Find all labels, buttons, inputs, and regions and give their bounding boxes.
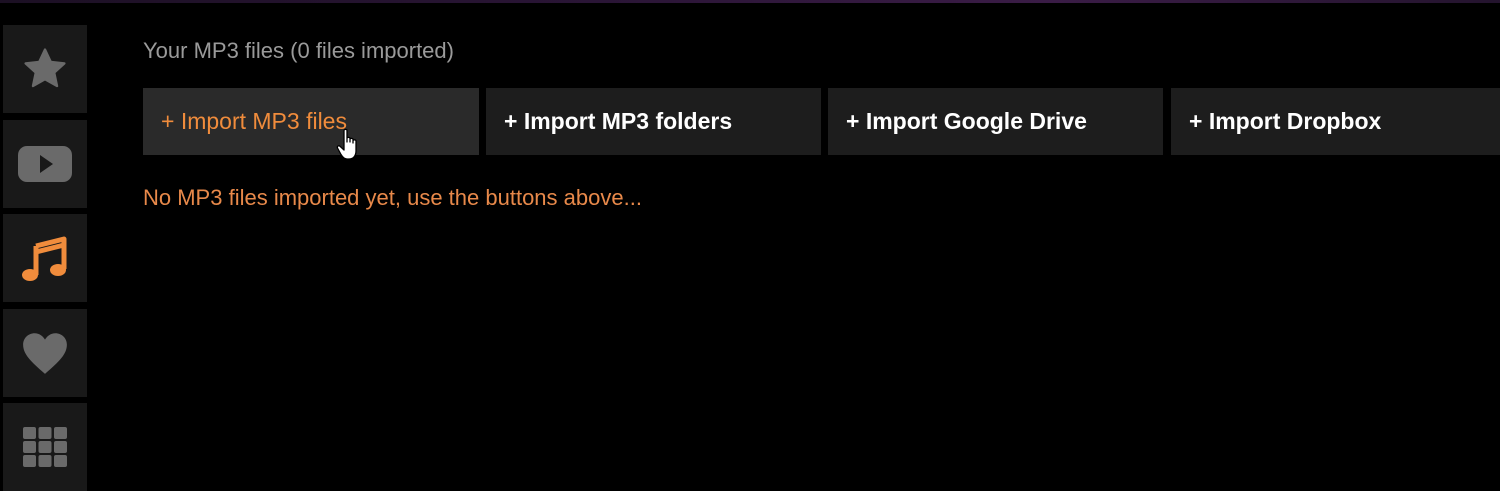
star-icon <box>21 45 69 93</box>
import-mp3-folders-button[interactable]: + Import MP3 folders <box>486 88 821 155</box>
youtube-icon <box>17 142 73 186</box>
sidebar-item-apps[interactable] <box>3 403 87 491</box>
import-google-drive-button[interactable]: + Import Google Drive <box>828 88 1163 155</box>
sidebar-item-liked[interactable] <box>3 309 87 397</box>
page-title: Your MP3 files (0 files imported) <box>143 38 454 63</box>
sidebar <box>3 25 87 491</box>
grid-icon <box>22 426 68 468</box>
sidebar-item-mp3[interactable] <box>3 214 87 302</box>
heart-icon <box>20 330 70 376</box>
import-mp3-files-button[interactable]: + Import MP3 files <box>143 88 479 155</box>
sidebar-item-favorites[interactable] <box>3 25 87 113</box>
hand-pointer-cursor-icon <box>336 128 366 162</box>
import-dropbox-button[interactable]: + Import Dropbox <box>1171 88 1500 155</box>
sidebar-item-youtube[interactable] <box>3 120 87 208</box>
music-note-icon <box>19 232 71 284</box>
empty-state-message: No MP3 files imported yet, use the butto… <box>143 185 642 210</box>
main-panel: Your MP3 files (0 files imported) + Impo… <box>143 0 1500 485</box>
